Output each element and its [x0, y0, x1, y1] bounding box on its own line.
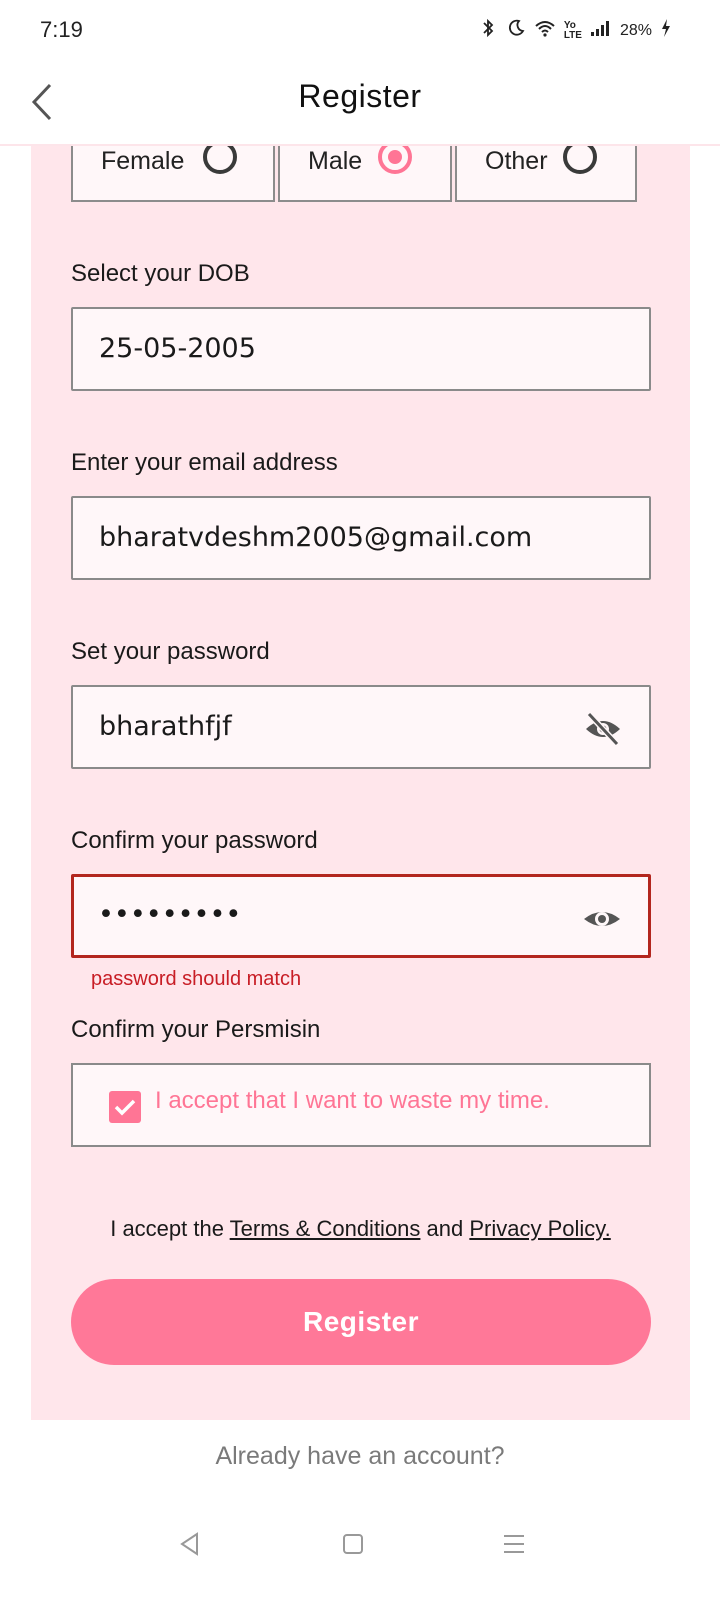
- checkmark-icon: [114, 1099, 136, 1116]
- gender-option-male[interactable]: Male: [278, 146, 452, 202]
- terms-line: I accept the Terms & Conditions and Priv…: [31, 1216, 690, 1242]
- battery-text: 28%: [619, 21, 652, 39]
- permission-field: I accept that I want to waste my time.: [71, 1063, 651, 1147]
- permission-checkbox-label[interactable]: I accept that I want to waste my time.: [155, 1087, 550, 1115]
- terms-link[interactable]: Terms & Conditions: [230, 1216, 421, 1241]
- radio-other-unselected[interactable]: [563, 146, 597, 174]
- status-icons: Yo LTE 28%: [478, 18, 672, 43]
- email-label: Enter your email address: [71, 449, 338, 476]
- signal-icon: [590, 18, 612, 43]
- menu-lines-icon[interactable]: [490, 1520, 538, 1568]
- password-field[interactable]: bharathfjf: [71, 685, 651, 769]
- terms-prefix: I accept the: [110, 1216, 230, 1241]
- system-nav-bar: [0, 1500, 720, 1600]
- gender-label-female: Female: [101, 147, 185, 175]
- gender-option-female[interactable]: Female: [71, 146, 275, 202]
- status-bar: 7:19 Yo LTE 28%: [0, 0, 720, 60]
- bluetooth-icon: [478, 18, 498, 43]
- gender-label-male: Male: [308, 147, 363, 175]
- status-time: 7:19: [40, 17, 83, 42]
- radio-female-unselected[interactable]: [203, 146, 237, 174]
- back-triangle-icon[interactable]: [166, 1520, 214, 1568]
- password-value: bharathfjf: [99, 711, 232, 742]
- home-square-icon[interactable]: [329, 1520, 377, 1568]
- permission-label: Confirm your Persmisin: [71, 1016, 321, 1043]
- email-value: bharatvdeshm2005@gmail.com: [99, 522, 533, 553]
- confirm-password-field[interactable]: •••••••••: [71, 874, 651, 958]
- battery-charging-icon: [660, 18, 672, 43]
- login-link[interactable]: Already have an account?: [0, 1442, 720, 1471]
- dob-field[interactable]: 25-05-2005: [71, 307, 651, 391]
- privacy-link[interactable]: Privacy Policy.: [469, 1216, 610, 1241]
- registration-form-card: Female Male Other Select your DOB 25-05-…: [31, 146, 690, 1420]
- volte-icon: Yo LTE: [563, 19, 582, 41]
- page-title: Register: [298, 78, 422, 114]
- radio-male-selected[interactable]: [378, 146, 412, 174]
- app-header: Register: [0, 60, 720, 146]
- confirm-password-value: •••••••••: [98, 899, 242, 930]
- register-button[interactable]: Register: [71, 1279, 651, 1365]
- permission-checkbox[interactable]: [109, 1091, 141, 1123]
- terms-middle: and: [420, 1216, 470, 1241]
- confirm-password-label: Confirm your password: [71, 827, 318, 854]
- eye-off-icon[interactable]: [583, 709, 623, 749]
- wifi-icon: [534, 18, 556, 43]
- email-field[interactable]: bharatvdeshm2005@gmail.com: [71, 496, 651, 580]
- eye-icon[interactable]: [582, 899, 622, 939]
- dob-value: 25-05-2005: [99, 333, 256, 364]
- password-error-text: password should match: [91, 968, 302, 990]
- dob-label: Select your DOB: [71, 260, 250, 287]
- moon-icon: [506, 18, 526, 43]
- password-label: Set your password: [71, 638, 270, 665]
- gender-option-other[interactable]: Other: [455, 146, 637, 202]
- gender-label-other: Other: [485, 147, 548, 175]
